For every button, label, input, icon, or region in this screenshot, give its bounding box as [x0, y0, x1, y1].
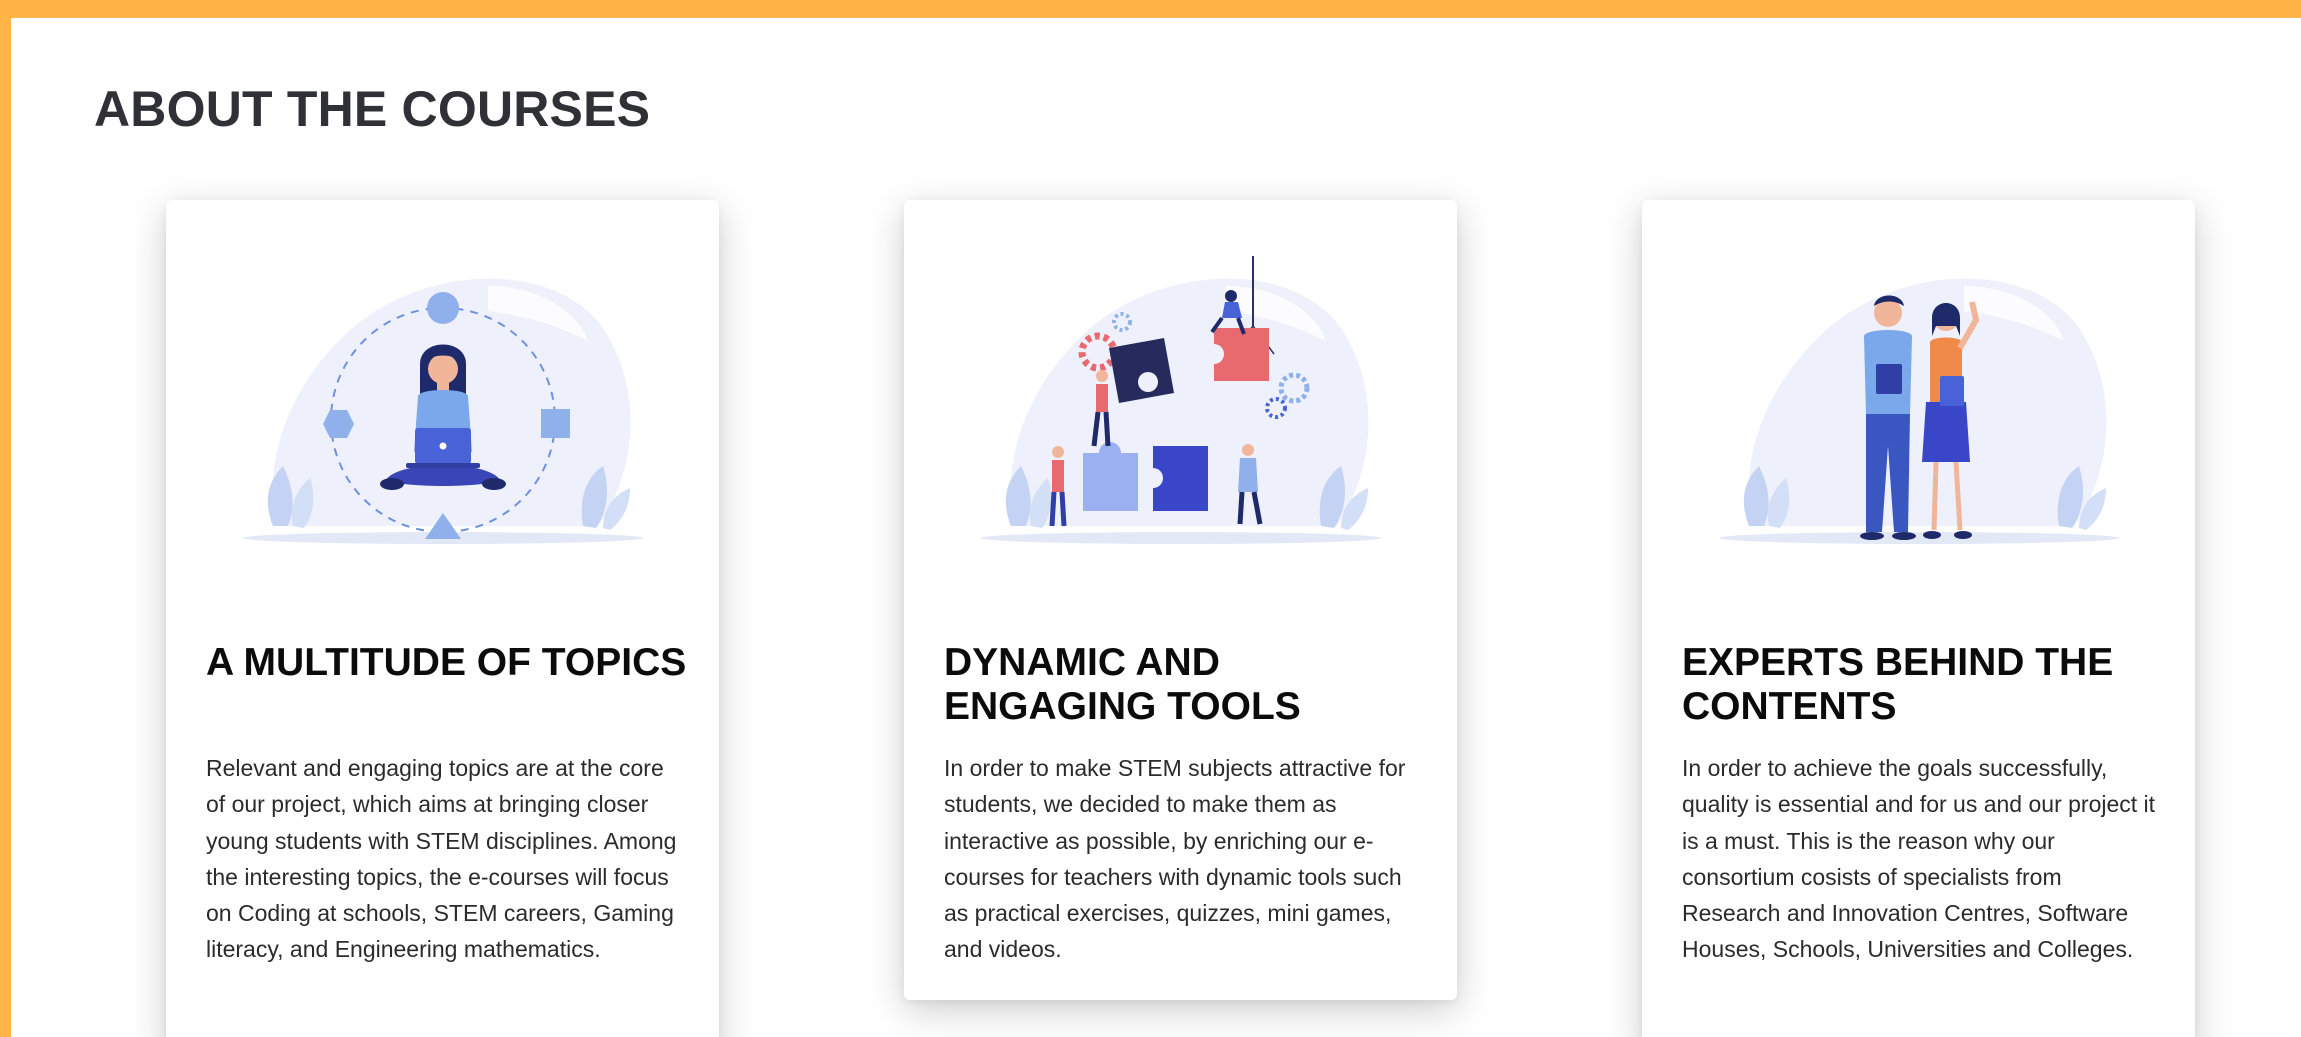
card-title: DYNAMIC AND ENGAGING TOOLS: [944, 641, 1301, 728]
card-description: In order to make STEM subjects attractiv…: [944, 755, 1406, 963]
course-card-tools: DYNAMIC AND ENGAGING TOOLS In order to m…: [904, 200, 1457, 1000]
course-card-topics: A MULTITUDE OF TOPICS Relevant and engag…: [166, 200, 719, 1037]
person-meditating-with-laptop-illustration: [243, 278, 643, 544]
card-description: Relevant and engaging topics are at the …: [206, 755, 677, 963]
card-description: In order to achieve the goals successful…: [1682, 755, 2156, 963]
team-assembling-puzzle-illustration: [981, 256, 1381, 544]
course-card-experts: EXPERTS BEHIND THE CONTENTS In order to …: [1642, 200, 2195, 1037]
section-title: ABOUT THE COURSES: [94, 81, 651, 137]
card-title: EXPERTS BEHIND THE CONTENTS: [1682, 641, 2114, 728]
about-courses-section: ABOUT THE COURSES A MULTITUDE OF TOPICS …: [11, 18, 2301, 1037]
two-experts-standing-illustration: [1719, 278, 2119, 544]
card-title: A MULTITUDE OF TOPICS: [206, 641, 687, 684]
